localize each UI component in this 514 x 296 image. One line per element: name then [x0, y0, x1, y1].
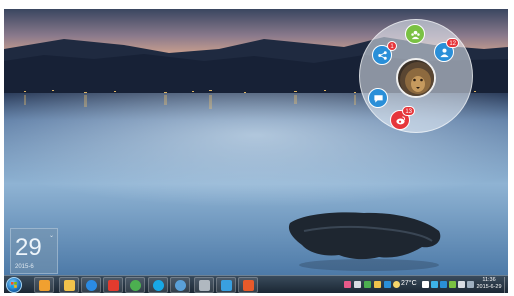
folder-icon: [63, 279, 75, 291]
weibo-button[interactable]: 13: [390, 106, 415, 130]
clock-time: 11:36: [482, 277, 496, 283]
taskbar-internet-explorer-button[interactable]: [81, 277, 101, 293]
calendar-year-month: 2015-6: [15, 264, 34, 270]
share-badge: 1: [387, 41, 397, 51]
clock[interactable]: 11:36 2015-6-29: [475, 277, 503, 291]
input-method-icon[interactable]: [344, 281, 351, 288]
taskbar-save-app-button[interactable]: [216, 277, 236, 293]
media-player-icon: [38, 279, 50, 291]
windows-logo-icon: [11, 282, 17, 288]
contacts-badge: 12: [446, 38, 459, 48]
qq-penguin-icon: [107, 279, 119, 291]
taskbar-tools-app-button[interactable]: [194, 277, 214, 293]
taskbar: 27°C 11:36 2015-6-29: [4, 275, 508, 293]
temperature-text[interactable]: 27°C: [401, 280, 417, 287]
share-icon: [377, 50, 387, 60]
system-tray: 27°C 11:36 2015-6-29: [342, 276, 508, 293]
taskbar-skype-button[interactable]: [148, 277, 168, 293]
group-icon: [410, 30, 420, 39]
taskbar-browser-app-button[interactable]: [238, 277, 258, 293]
gear-icon: [198, 279, 210, 291]
calendar-day: 29: [15, 234, 42, 261]
start-button[interactable]: [6, 277, 22, 293]
update-tray-icon[interactable]: [374, 281, 381, 288]
floppy-icon: [220, 279, 232, 291]
desktop: ⌄ 29 2015-6 1 12 13 27°C 11:36 2015-6-29: [4, 9, 508, 293]
antivirus-tray-icon[interactable]: [364, 281, 371, 288]
weibo-badge: 13: [402, 106, 415, 116]
weibo-icon: [395, 115, 405, 124]
app-tray-icon[interactable]: [384, 281, 391, 288]
contacts-icon: [439, 48, 449, 57]
calendar-widget[interactable]: ⌄ 29 2015-6: [10, 228, 58, 274]
sync-tray-icon[interactable]: [449, 281, 456, 288]
apps-button[interactable]: [405, 24, 425, 44]
show-desktop-button[interactable]: [504, 277, 508, 293]
skype-icon: [152, 279, 164, 291]
share-button[interactable]: 1: [372, 41, 397, 65]
contacts-button[interactable]: 12: [434, 38, 459, 62]
taskbar-chrome-button[interactable]: [125, 277, 145, 293]
browser-icon: [242, 279, 254, 291]
widget-menu-icon[interactable]: ⌄: [49, 232, 54, 239]
qq-tray-icon[interactable]: [431, 281, 438, 288]
chat-bubble-icon: [373, 94, 383, 103]
weather-icon[interactable]: [393, 281, 400, 288]
power-tray-icon[interactable]: [467, 281, 474, 288]
volume-icon[interactable]: [458, 281, 465, 288]
network-tray-icon[interactable]: [354, 281, 361, 288]
lion-avatar-image: [400, 62, 434, 96]
flag-tray-icon[interactable]: [422, 281, 429, 288]
taskbar-media-player-button[interactable]: [34, 277, 54, 293]
ie-icon: [85, 279, 97, 291]
taskbar-network-app-button[interactable]: [170, 277, 190, 293]
shield-tray-icon[interactable]: [440, 281, 447, 288]
clock-date: 2015-6-29: [476, 284, 502, 290]
chrome-icon: [129, 279, 141, 291]
chat-button[interactable]: [368, 88, 388, 108]
taskbar-file-explorer-button[interactable]: [59, 277, 79, 293]
radial-quick-menu: 1 12 13: [359, 19, 473, 133]
lion-avatar[interactable]: [396, 58, 436, 98]
taskbar-qq-button[interactable]: [103, 277, 123, 293]
globe-icon: [174, 279, 186, 291]
